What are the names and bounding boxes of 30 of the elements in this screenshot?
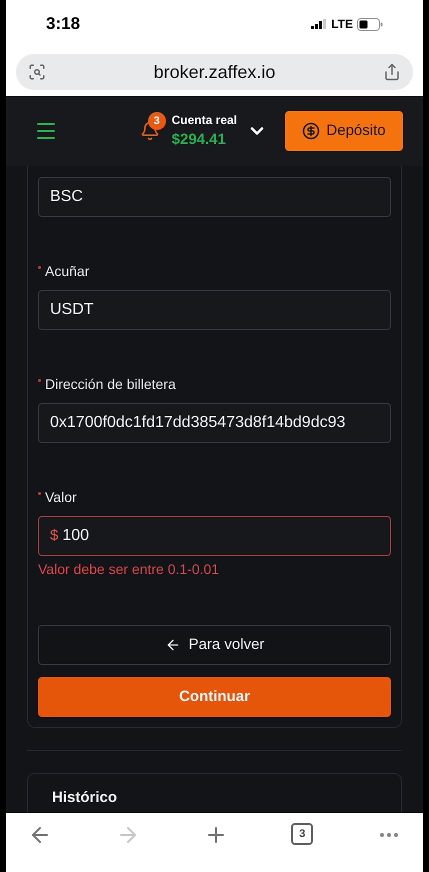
back-button[interactable]: Para volver — [38, 625, 391, 665]
field-label: Valor — [45, 488, 77, 506]
account-label: Cuenta real — [172, 112, 237, 129]
input-field[interactable]: BSC — [38, 177, 391, 217]
account-balance: $294.41 — [172, 130, 227, 150]
share-icon[interactable] — [383, 63, 401, 81]
url-text: broker.zaffex.io — [154, 60, 276, 84]
notification-badge: 3 — [148, 112, 166, 130]
battery-icon — [357, 18, 383, 30]
field-value: BSC — [50, 187, 83, 207]
field-label: Acuñar — [45, 262, 90, 280]
history-title: Histórico — [52, 789, 118, 806]
lens-icon[interactable] — [28, 63, 46, 81]
error-message: Valor debe ser entre 0.1-0.01 — [38, 560, 220, 579]
dollar-icon — [302, 122, 320, 140]
input-field[interactable]: 0x1700f0dc1fd17dd385473d8f14bd9dc93 — [38, 403, 391, 443]
network-label: LTE — [331, 16, 353, 33]
currency-prefix: $ — [50, 526, 58, 546]
deposit-button[interactable]: Depósito — [285, 111, 403, 151]
field-value: 100 — [62, 526, 90, 546]
input-field[interactable]: $ 100 — [38, 516, 391, 556]
field-value: 0x1700f0dc1fd17dd385473d8f14bd9dc93 — [50, 413, 346, 433]
field-label: Dirección de billetera — [45, 374, 176, 394]
status-time: 3:18 — [46, 13, 80, 36]
input-field[interactable]: USDT — [38, 290, 391, 330]
tab-count[interactable]: 3 — [291, 823, 314, 845]
address-bar[interactable]: broker.zaffex.io — [16, 54, 413, 90]
arrow-left-icon — [164, 637, 181, 653]
signal-icon — [311, 19, 328, 29]
field-value: USDT — [50, 300, 94, 320]
